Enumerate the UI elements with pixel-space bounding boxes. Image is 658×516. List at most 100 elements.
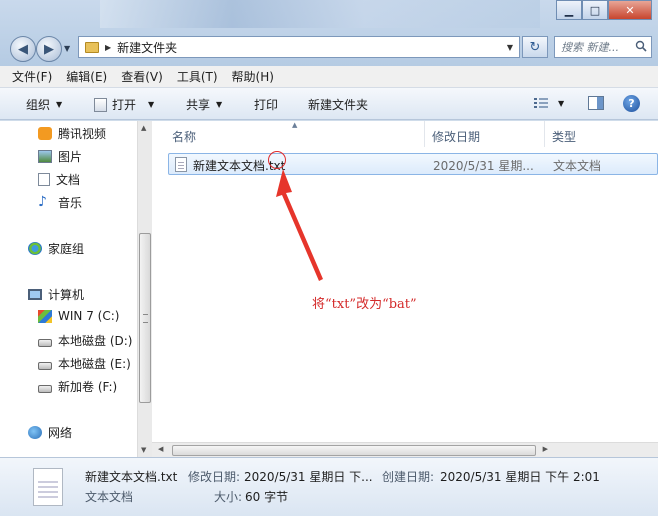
nav-label: WIN 7 (C:) (58, 309, 120, 323)
address-bar[interactable]: ▶ 新建文件夹 ▼ (78, 36, 520, 58)
navigation-scrollbar[interactable]: ▲ ▼ (137, 121, 152, 457)
menu-help[interactable]: 帮助(H) (232, 68, 274, 85)
scroll-thumb[interactable] (172, 445, 536, 456)
nav-item-drive-f[interactable]: 新加卷 (F:) (38, 378, 117, 395)
hard-drive-icon (38, 338, 52, 347)
menu-file[interactable]: 文件(F) (12, 68, 52, 85)
minimize-button[interactable]: ▁ (556, 0, 582, 20)
new-folder-label: 新建文件夹 (308, 98, 369, 112)
details-created-label: 创建日期: (382, 470, 435, 484)
network-icon (28, 426, 42, 439)
windows-drive-icon (38, 309, 52, 323)
nav-label: 文档 (56, 173, 81, 187)
organize-button[interactable]: 组织 ▼ (26, 96, 62, 113)
nav-item-drive-d[interactable]: 本地磁盘 (D:) (38, 332, 132, 349)
command-bar: 组织 ▼ 打开 ▼ 共享 ▼ 打印 新建文件夹 ▼ ? (0, 88, 658, 120)
music-note-icon: ♪ (38, 194, 47, 210)
nav-item-homegroup[interactable]: 家庭组 (28, 240, 84, 257)
background-strip (100, 0, 540, 28)
file-list-pane: ▲ 名称 修改日期 类型 新建文本文档.txt 2020/5/31 星期... … (152, 121, 658, 457)
details-size-value: 60 字节 (245, 490, 289, 504)
search-input[interactable]: 搜索 新建... (554, 36, 652, 58)
search-placeholder: 搜索 新建... (561, 41, 619, 54)
scroll-thumb[interactable] (139, 233, 151, 403)
close-button[interactable]: ✕ (608, 0, 652, 20)
forward-button[interactable]: ▶ (36, 36, 62, 62)
chevron-down-icon: ▼ (216, 100, 223, 109)
scroll-down-icon[interactable]: ▼ (141, 446, 146, 454)
scroll-left-icon[interactable]: ◀ (158, 445, 163, 453)
refresh-icon: ↻ (529, 39, 541, 55)
column-divider[interactable] (544, 121, 545, 147)
menu-view[interactable]: 查看(V) (121, 68, 163, 85)
homegroup-icon (28, 242, 42, 255)
nav-label: 腾讯视频 (58, 127, 107, 141)
window-controls: ▁ □ ✕ (556, 0, 652, 20)
help-icon[interactable]: ? (623, 95, 640, 112)
nav-label: 本地磁盘 (E:) (58, 357, 131, 371)
hard-drive-icon (38, 384, 52, 393)
nav-label: 新加卷 (F:) (58, 380, 118, 394)
text-file-large-icon (33, 468, 63, 506)
folder-icon (85, 41, 99, 53)
details-modified-value: 2020/5/31 星期日 下... (244, 470, 373, 484)
file-row[interactable]: 新建文本文档.txt 2020/5/31 星期... 文本文档 (168, 153, 658, 175)
column-divider[interactable] (424, 121, 425, 147)
details-created-value: 2020/5/31 星期日 下午 2:01 (440, 470, 600, 484)
column-header-modified[interactable]: 修改日期 (432, 128, 480, 145)
open-file-icon (94, 97, 107, 112)
open-label: 打开 (112, 98, 137, 112)
hard-drive-icon (38, 361, 52, 370)
menu-edit[interactable]: 编辑(E) (66, 68, 107, 85)
new-folder-button[interactable]: 新建文件夹 (308, 96, 368, 113)
menu-bar: 文件(F) 编辑(E) 查看(V) 工具(T) 帮助(H) (0, 66, 658, 88)
back-arrow-icon: ◀ (18, 41, 28, 57)
horizontal-scrollbar[interactable]: ◀ ▶ (152, 442, 658, 457)
scroll-right-icon[interactable]: ▶ (543, 445, 548, 453)
address-dropdown-icon[interactable]: ▼ (507, 43, 513, 52)
tencent-video-icon (38, 127, 52, 140)
refresh-button[interactable]: ↻ (522, 36, 548, 58)
chevron-down-icon[interactable]: ▼ (558, 99, 564, 108)
chevron-down-icon: ▼ (56, 100, 63, 109)
details-file-name: 新建文本文档.txt (85, 470, 178, 484)
document-icon (38, 173, 50, 186)
nav-label: 音乐 (58, 196, 83, 210)
forward-arrow-icon: ▶ (44, 41, 54, 57)
nav-item-network[interactable]: 网络 (28, 424, 72, 441)
nav-item-tencent-video[interactable]: 腾讯视频 (38, 125, 106, 142)
preview-pane-icon[interactable] (588, 96, 604, 110)
computer-icon (28, 289, 42, 300)
column-header-name[interactable]: 名称 (172, 128, 196, 145)
open-button[interactable]: 打开 ▼ (94, 96, 154, 113)
chevron-down-icon: ▼ (148, 100, 155, 109)
address-path[interactable]: 新建文件夹 (117, 39, 177, 56)
column-header-type[interactable]: 类型 (552, 128, 576, 145)
print-label: 打印 (254, 98, 279, 112)
nav-item-drive-e[interactable]: 本地磁盘 (E:) (38, 355, 131, 372)
print-button[interactable]: 打印 (254, 96, 278, 113)
back-button[interactable]: ◀ (10, 36, 36, 62)
nav-item-music[interactable]: ♪ 音乐 (38, 194, 82, 211)
nav-label: 网络 (48, 426, 73, 440)
nav-item-drive-c[interactable]: WIN 7 (C:) (38, 309, 119, 323)
view-options-icon[interactable] (534, 97, 548, 109)
sort-ascending-icon: ▲ (292, 121, 298, 129)
organize-label: 组织 (26, 98, 51, 112)
recent-pages-dropdown[interactable]: ▼ (64, 44, 70, 53)
nav-label: 图片 (58, 150, 83, 164)
nav-item-computer[interactable]: 计算机 (28, 286, 84, 303)
file-type: 文本文档 (553, 159, 602, 173)
share-button[interactable]: 共享 ▼ (186, 96, 222, 113)
nav-item-pictures[interactable]: 图片 (38, 148, 82, 165)
search-icon[interactable] (635, 40, 647, 52)
annotation-text: 将“txt”改为“bat” (312, 297, 417, 312)
breadcrumb-arrow-icon[interactable]: ▶ (105, 43, 111, 52)
menu-tools[interactable]: 工具(T) (177, 68, 218, 85)
annotation-arrow (276, 169, 323, 281)
text-file-icon (175, 157, 187, 172)
nav-item-documents[interactable]: 文档 (38, 171, 80, 188)
file-modified-date: 2020/5/31 星期... (433, 159, 534, 173)
scroll-up-icon[interactable]: ▲ (141, 124, 146, 132)
maximize-button[interactable]: □ (582, 0, 608, 20)
